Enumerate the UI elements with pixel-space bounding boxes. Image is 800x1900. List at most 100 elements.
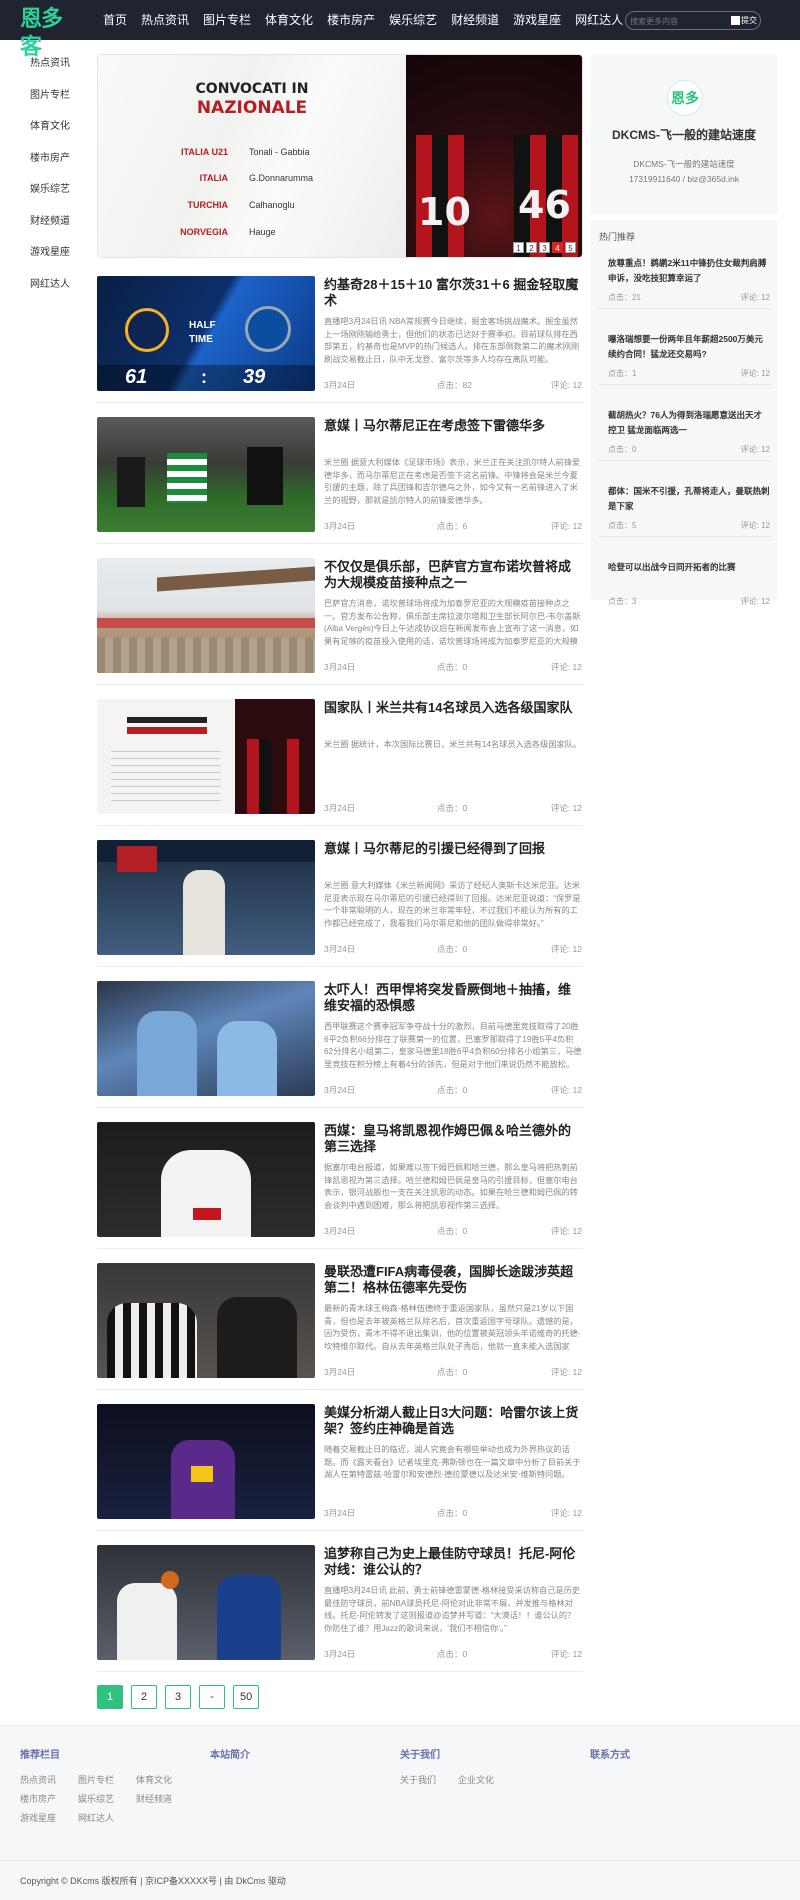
article-title[interactable]: 不仅仅是俱乐部，巴萨官方宣布诺坎普将成为大规模疫苗接种点之一 [324, 559, 582, 591]
carousel-dot[interactable]: 3 [539, 242, 550, 253]
lside-item-influencers[interactable]: 网红达人 [30, 277, 100, 309]
nav-pictures[interactable]: 图片专栏 [196, 0, 258, 40]
main-nav: 首页 热点资讯 图片专栏 体育文化 楼市房产 娱乐综艺 财经频道 游戏星座 网红… [96, 0, 630, 40]
article-title[interactable]: 美媒分析湖人截止日3大问题：哈雷尔该上货架？签约庄神确是首选 [324, 1405, 582, 1437]
article-divider [97, 966, 583, 967]
article-title[interactable]: 西媒：皇马将凯恩视作姆巴佩＆哈兰德外的第三选择 [324, 1123, 582, 1155]
footer-link[interactable]: 体育文化 [136, 1771, 194, 1790]
nav-games[interactable]: 游戏星座 [506, 0, 568, 40]
article-thumbnail[interactable] [97, 558, 315, 673]
article-title[interactable]: 国家队丨米兰共有14名球员入选各级国家队 [324, 700, 582, 716]
article-thumbnail[interactable] [97, 1404, 315, 1519]
footer-link[interactable]: 游戏星座 [20, 1809, 78, 1828]
article-title[interactable]: 意媒丨马尔蒂尼的引援已经得到了回报 [324, 841, 582, 857]
article-thumbnail[interactable] [97, 1545, 315, 1660]
article-item[interactable]: 追梦称自己为史上最佳防守球员！托尼-阿伦对线：谁公认的？ 直播吧3月24日讯 此前… [97, 1545, 583, 1675]
nav-real-estate[interactable]: 楼市房产 [320, 0, 382, 40]
article-item[interactable]: 太吓人！西甲悍将突发昏厥倒地＋抽搐，维维安福的恐惧感 西甲联赛这个赛季冠军争夺战十… [97, 981, 583, 1111]
carousel-dot[interactable]: 2 [526, 242, 537, 253]
article-title[interactable]: 意媒丨马尔蒂尼正在考虑签下雷德华多 [324, 418, 582, 434]
copyright: Copyright © DKcms 版权所有 | 京ICP备XXXXX号 | 由… [20, 1876, 286, 1886]
article-title[interactable]: 太吓人！西甲悍将突发昏厥倒地＋抽搐，维维安福的恐惧感 [324, 982, 582, 1014]
article-item[interactable]: 美媒分析湖人截止日3大问题：哈雷尔该上货架？签约庄神确是首选 随着交易截止日的临近… [97, 1404, 583, 1534]
article-thumbnail[interactable] [97, 981, 315, 1096]
footer-link[interactable]: 热点资讯 [20, 1771, 78, 1790]
lside-item-sports[interactable]: 体育文化 [30, 119, 100, 151]
article-item[interactable]: 不仅仅是俱乐部，巴萨官方宣布诺坎普将成为大规模疫苗接种点之一 巴萨官方消息，诺坎普… [97, 558, 583, 688]
lside-item-pictures[interactable]: 图片专栏 [30, 88, 100, 120]
footer-link[interactable]: 关于我们 [400, 1771, 458, 1790]
carousel-dot[interactable]: 1 [513, 242, 524, 253]
footer-link[interactable]: 财经频道 [136, 1790, 194, 1809]
article-item[interactable]: 意媒丨马尔蒂尼正在考虑签下雷德华多 米兰圈 据意大利媒体《足球市场》表示，米兰正在… [97, 417, 583, 547]
lside-item-entertainment[interactable]: 娱乐综艺 [30, 182, 100, 214]
article-thumbnail[interactable] [97, 417, 315, 532]
page-ellipsis-button[interactable]: - [199, 1685, 225, 1709]
banner-carousel[interactable]: CONVOCATI IN NAZIONALE ITALIA U21 Tonali … [97, 54, 583, 258]
hot-item[interactable]: 截胡热火？76人为得到洛瑞愿意送出天才控卫 猛龙面临两选一 点击：0 评论: 12 [599, 408, 771, 468]
hot-item-title[interactable]: 放尊重点！鹈鹕2米11中锋扔住女裁判肩膊申诉，没吃技犯算幸运了 [608, 256, 770, 286]
page-button-last[interactable]: 50 [233, 1685, 260, 1709]
footer-link[interactable]: 企业文化 [458, 1771, 516, 1790]
site-logo-text: 恩多客 [20, 7, 63, 60]
page-button-current[interactable]: 1 [97, 1685, 123, 1709]
nav-hot-news[interactable]: 热点资讯 [134, 0, 196, 40]
hot-item-title[interactable]: 曝洛瑞想要一份两年且年薪超2500万美元续约合同！猛龙还交易吗? [608, 332, 770, 362]
lside-item-finance[interactable]: 财经频道 [30, 214, 100, 246]
search-button[interactable]: 提交 [731, 14, 757, 27]
article-item[interactable]: 意媒丨马尔蒂尼的引援已经得到了回报 米兰圈 意大利媒体《米兰新闻网》采访了经纪人奥… [97, 840, 583, 970]
hot-item-divider [599, 536, 771, 537]
article-date: 3月24日 [324, 1649, 356, 1659]
article-item[interactable]: 国家队丨米兰共有14名球员入选各级国家队 米兰圈 据统计，本次国际比赛日，米兰共有… [97, 699, 583, 829]
search-input[interactable] [630, 13, 720, 29]
article-thumbnail[interactable] [97, 699, 315, 814]
nba-time-label: TIME [189, 334, 213, 345]
article-date: 3月24日 [324, 1226, 356, 1236]
banner-title-line1: CONVOCATI IN [195, 81, 309, 97]
hot-item[interactable]: 曝洛瑞想要一份两年且年薪超2500万美元续约合同！猛龙还交易吗? 点击：1 评论: … [599, 332, 771, 392]
hot-item[interactable]: 放尊重点！鹈鹕2米11中锋扔住女裁判肩膊申诉，没吃技犯算幸运了点击：21 评论: … [599, 256, 771, 316]
hot-item-meta: 点击：21 评论: 12 [608, 292, 770, 303]
site-logo[interactable]: 恩多客 [20, 6, 82, 60]
nav-sports[interactable]: 体育文化 [258, 0, 320, 40]
article-thumbnail[interactable] [97, 1263, 315, 1378]
nav-finance[interactable]: 财经频道 [444, 0, 506, 40]
nav-home[interactable]: 首页 [96, 0, 134, 40]
carousel-dot[interactable]: 5 [565, 242, 576, 253]
hot-item-title[interactable]: 截胡热火？76人为得到洛瑞愿意送出天才控卫 猛龙面临两选一 [608, 408, 770, 438]
footer-link[interactable]: 图片专栏 [78, 1771, 136, 1790]
article-title[interactable]: 约基奇28＋15＋10 富尔茨31＋6 掘金轻取魔术 [324, 277, 582, 309]
lside-item-real-estate[interactable]: 楼市房产 [30, 151, 100, 183]
hot-item-title[interactable]: 哈登可以出战今日同开拓者的比赛 [608, 560, 770, 590]
page-button[interactable]: 2 [131, 1685, 157, 1709]
nav-entertainment[interactable]: 娱乐综艺 [382, 0, 444, 40]
banner-team: NORVEGIA [180, 227, 228, 237]
hot-item[interactable]: 哈登可以出战今日同开拓者的比赛 点击：3 评论: 12 [608, 560, 770, 620]
article-item[interactable]: 西媒：皇马将凯恩视作姆巴佩＆哈兰德外的第三选择 据塞尔电台报道，如果难以签下姆巴佩… [97, 1122, 583, 1252]
hot-item-divider [599, 308, 771, 309]
footer-link[interactable]: 楼市房产 [20, 1790, 78, 1809]
hot-item-title[interactable]: 都体：国米不引援，孔蒂将走人，曼联热刺是下家 [608, 484, 770, 514]
hot-item-comments: 评论: 12 [740, 445, 770, 454]
article-comments: 评论: 12 [550, 1508, 582, 1518]
site-profile-card: 恩多 DKCMS-飞一般的建站速度 DKCMS-飞一般的建站速度 1731991… [590, 54, 778, 214]
footer-link[interactable]: 网红达人 [78, 1809, 136, 1828]
article-thumbnail[interactable]: HALF TIME 61: 39 [97, 276, 315, 391]
footer-heading: 本站简介 [210, 1750, 250, 1761]
article-title[interactable]: 曼联恐遭FIFA病毒侵袭，国脚长途跋涉英超第二！格林伍德率先受伤 [324, 1264, 582, 1296]
nav-influencers[interactable]: 网红达人 [568, 0, 630, 40]
article-thumbnail[interactable] [97, 840, 315, 955]
article-item[interactable]: HALF TIME 61: 39 约基奇28＋15＋10 富尔茨31＋6 掘金轻取魔术直… [97, 276, 583, 406]
footer-link[interactable]: 娱乐综艺 [78, 1790, 136, 1809]
hot-item[interactable]: 都体：国米不引援，孔蒂将走人，曼联热刺是下家 点击：5 评论: 12 [599, 484, 771, 544]
article-title[interactable]: 追梦称自己为史上最佳防守球员！托尼-阿伦对线：谁公认的？ [324, 1546, 582, 1578]
profile-contact: 17319911640 / biz@365d.ink [628, 174, 740, 184]
article-thumbnail[interactable] [97, 1122, 315, 1237]
lside-item-games[interactable]: 游戏星座 [30, 245, 100, 277]
article-item[interactable]: 曼联恐遭FIFA病毒侵袭，国脚长途跋涉英超第二！格林伍德率先受伤 最新的青木球王梅… [97, 1263, 583, 1393]
page-button[interactable]: 3 [165, 1685, 191, 1709]
lside-item-hot-news[interactable]: 热点资讯 [30, 56, 100, 88]
banner-team: ITALIA U21 [180, 147, 228, 157]
article-divider [97, 1671, 583, 1672]
carousel-dot-active[interactable]: 4 [552, 242, 563, 253]
